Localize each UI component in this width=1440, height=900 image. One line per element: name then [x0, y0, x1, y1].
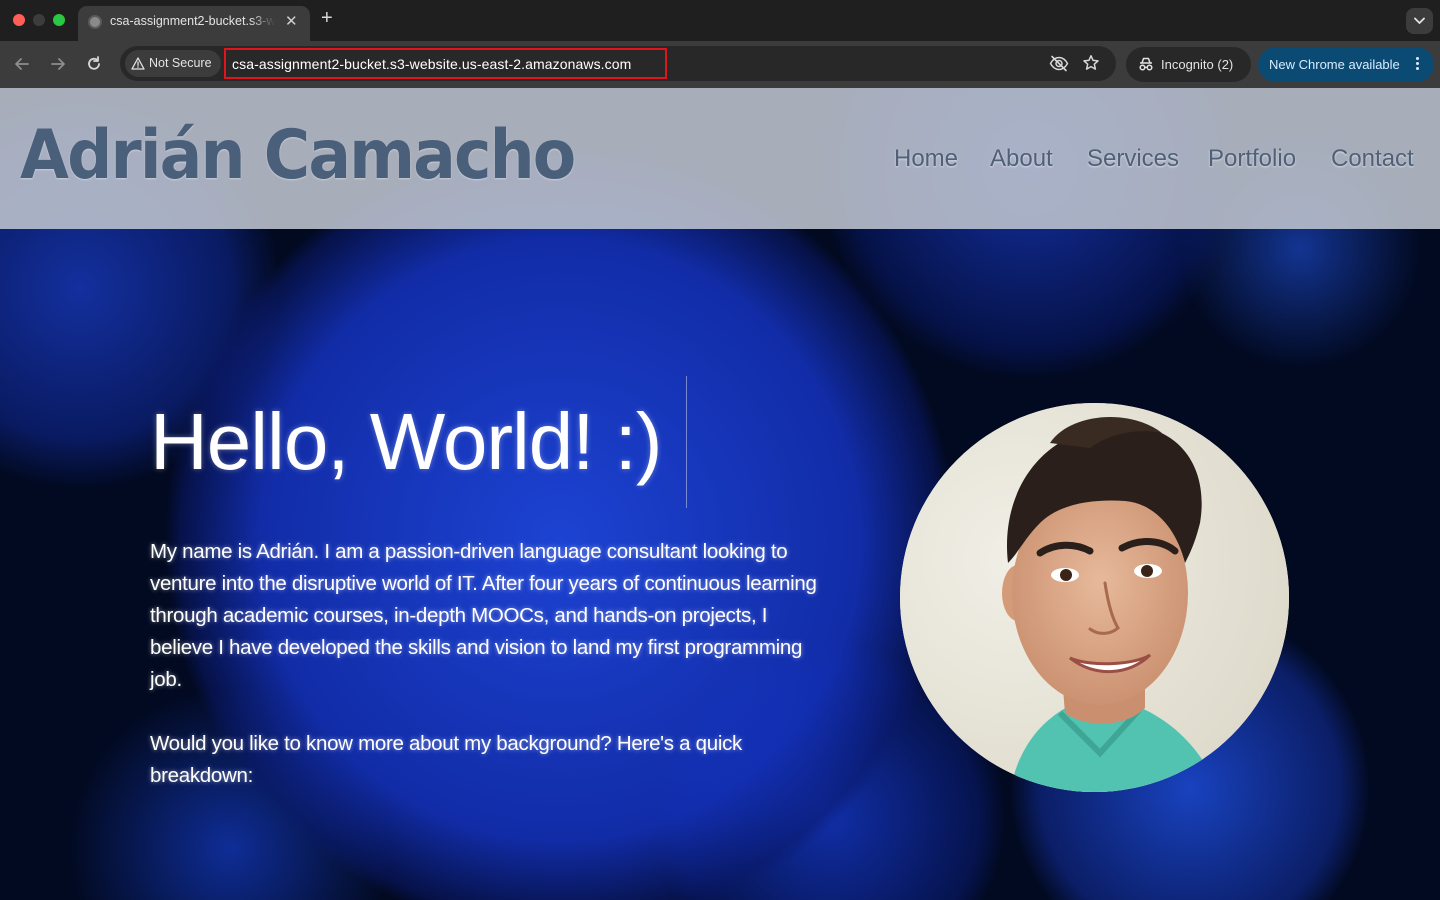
- new-tab-button[interactable]: +: [321, 8, 333, 28]
- site-header: Adrián Camacho Home About Services Portf…: [0, 88, 1440, 229]
- nav-contact[interactable]: Contact: [1331, 145, 1414, 173]
- update-label: New Chrome available: [1269, 57, 1400, 72]
- new-chrome-available-button[interactable]: New Chrome available: [1258, 47, 1434, 82]
- profile-photo: [900, 403, 1289, 792]
- site-logo[interactable]: Adrián Camacho: [20, 116, 576, 195]
- nav-home[interactable]: Home: [894, 145, 958, 173]
- window-minimize-button[interactable]: [33, 14, 45, 26]
- profile-portrait-image: [900, 403, 1289, 792]
- reload-button[interactable]: [84, 54, 104, 74]
- site-info-button[interactable]: Not Secure: [125, 50, 221, 77]
- url-highlight: csa-assignment2-bucket.s3-website.us-eas…: [224, 48, 667, 79]
- reload-icon: [88, 56, 100, 70]
- nav-about[interactable]: About: [990, 145, 1053, 173]
- arrow-right-icon: [51, 58, 65, 70]
- chevron-down-icon: [1414, 17, 1425, 25]
- close-tab-icon[interactable]: ✕: [285, 12, 298, 30]
- browser-toolbar: Not Secure csa-assignment2-bucket.s3-web…: [0, 41, 1440, 88]
- address-bar[interactable]: Not Secure csa-assignment2-bucket.s3-web…: [120, 46, 1116, 81]
- incognito-icon: [1139, 57, 1153, 71]
- tab-title: csa-assignment2-bucket.s3-website.us-eas…: [110, 14, 275, 28]
- forward-button[interactable]: [48, 54, 68, 74]
- nav-services[interactable]: Services: [1087, 145, 1179, 173]
- intro-paragraph: My name is Adrián. I am a passion-driven…: [150, 540, 817, 691]
- nav-portfolio[interactable]: Portfolio: [1208, 145, 1296, 173]
- url-text[interactable]: csa-assignment2-bucket.s3-website.us-eas…: [232, 56, 631, 72]
- window-close-button[interactable]: [13, 14, 25, 26]
- arrow-left-icon: [15, 58, 29, 70]
- browser-tab[interactable]: csa-assignment2-bucket.s3-website.us-eas…: [78, 6, 310, 41]
- warning-icon: [131, 57, 145, 70]
- bookmark-star-icon[interactable]: [1082, 54, 1100, 72]
- typing-cursor: [686, 376, 687, 508]
- security-label: Not Secure: [149, 56, 212, 70]
- incognito-button[interactable]: Incognito (2): [1126, 47, 1251, 82]
- window-maximize-button[interactable]: [53, 14, 65, 26]
- globe-icon: [88, 15, 102, 29]
- web-page: Adrián Camacho Home About Services Portf…: [0, 88, 1440, 900]
- eye-off-icon[interactable]: [1049, 55, 1069, 72]
- tab-strip: csa-assignment2-bucket.s3-website.us-eas…: [0, 0, 1440, 41]
- incognito-label: Incognito (2): [1161, 57, 1234, 72]
- hero-title: Hello, World! :): [150, 397, 663, 486]
- tab-search-button[interactable]: [1406, 8, 1433, 34]
- background-paragraph: Would you like to know more about my bac…: [150, 732, 742, 787]
- more-vert-icon: [1416, 57, 1420, 72]
- back-button[interactable]: [12, 54, 32, 74]
